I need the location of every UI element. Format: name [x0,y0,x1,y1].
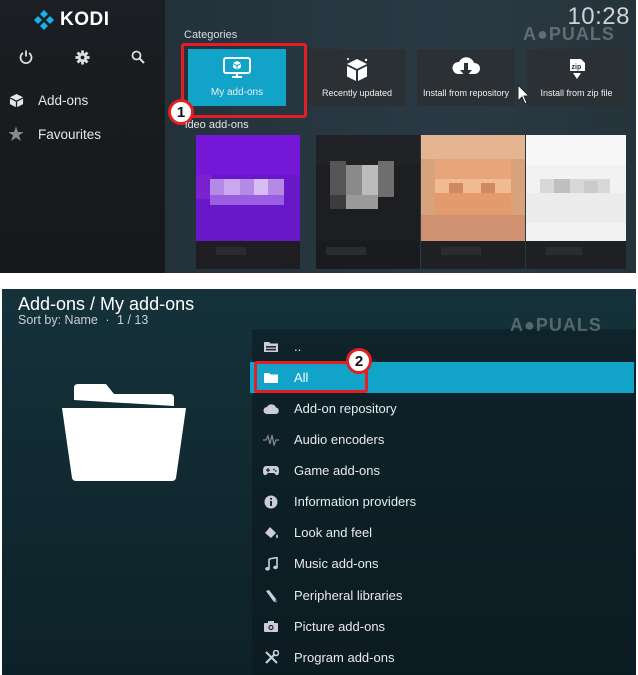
list-item-audio-encoders[interactable]: Audio encoders [250,424,634,455]
tile-recently-updated[interactable]: Recently updated [308,49,406,106]
camera-icon [262,618,280,636]
sort-info: Sort by: Name · 1 / 13 [18,313,149,327]
paint-bucket-icon [262,524,280,542]
folder-up-icon [262,338,280,356]
cloud-icon [262,400,280,418]
tile-install-from-repository[interactable]: Install from repository [417,49,515,106]
list-item-program-addons[interactable]: Program add-ons [250,642,634,673]
star-icon [8,126,24,142]
list-item-look-and-feel[interactable]: Look and feel [250,517,634,548]
list-item-picture-addons[interactable]: Picture add-ons [250,611,634,642]
list-item-label: Program add-ons [294,650,395,665]
list-item-peripheral-libraries[interactable]: Peripheral libraries [250,580,634,611]
tile-label: Install from zip file [540,88,613,98]
step-1-highlight [181,43,307,118]
box-icon [344,57,370,85]
step-badge: 2 [346,348,372,374]
list-item-label: Audio encoders [294,432,385,447]
video-addons-heading: ideo add-ons [185,119,249,131]
box-icon [8,92,24,108]
addon-thumbnail[interactable] [316,135,420,269]
categories-heading: Categories [184,29,238,41]
tile-label: Recently updated [321,88,393,98]
list-item-information-providers[interactable]: Information providers [250,486,634,517]
sidebar: KODI Add-ons Favourites [0,0,165,273]
audio-wave-icon [262,431,280,449]
tools-icon [262,649,280,667]
addon-thumbnail[interactable] [421,135,525,269]
list-item-label: .. [294,339,302,354]
gear-icon[interactable] [68,46,96,68]
addon-thumbnail[interactable] [196,135,300,269]
list-item-game-addons[interactable]: Game add-ons [250,455,634,486]
music-note-icon [262,555,280,573]
item-count: 1 / 13 [117,313,149,327]
gamepad-icon [262,462,280,480]
sidebar-item-label: Favourites [38,126,102,142]
page-title: Add-ons / My add-ons [18,294,195,314]
sidebar-item-favourites[interactable]: Favourites [8,126,101,142]
list-item-label: Game add-ons [294,463,380,478]
tile-label: Install from repository [422,88,510,98]
watermark-logo: A●PUALS [523,24,615,44]
list-item-label: Add-on repository [294,401,397,416]
tile-install-from-zip[interactable]: zip Install from zip file [527,49,626,106]
list-item-music-addons[interactable]: Music add-ons [250,548,634,579]
list-item-addon-repository[interactable]: Add-on repository [250,393,634,424]
power-icon[interactable] [12,46,40,68]
info-icon [262,493,280,511]
list-item-label: Picture add-ons [294,619,386,634]
addon-thumbnail[interactable] [526,135,626,269]
sidebar-item-addons[interactable]: Add-ons [8,92,88,108]
zip-icon: zip [564,57,590,83]
mouse-cursor-icon [517,84,531,105]
list-item-parent[interactable]: .. [250,331,634,362]
list-item-label: Information providers [294,494,417,509]
list-item-label: Music add-ons [294,556,379,571]
sort-label[interactable]: Sort by: Name [18,313,98,327]
search-icon[interactable] [124,46,152,68]
list-item-label: Peripheral libraries [294,588,403,603]
kodi-home-screen: KODI Add-ons Favourites 10:28 A●PUALS Ca… [0,0,636,273]
kodi-logo-icon [34,10,54,30]
svg-text:zip: zip [571,64,581,71]
cloud-download-icon [451,57,481,81]
app-name: KODI [60,9,110,30]
folder-icon [62,384,186,481]
kodi-logo: KODI [34,9,110,31]
pen-icon [262,587,280,605]
sidebar-item-label: Add-ons [38,92,89,108]
list-item-label: Look and feel [294,525,373,540]
